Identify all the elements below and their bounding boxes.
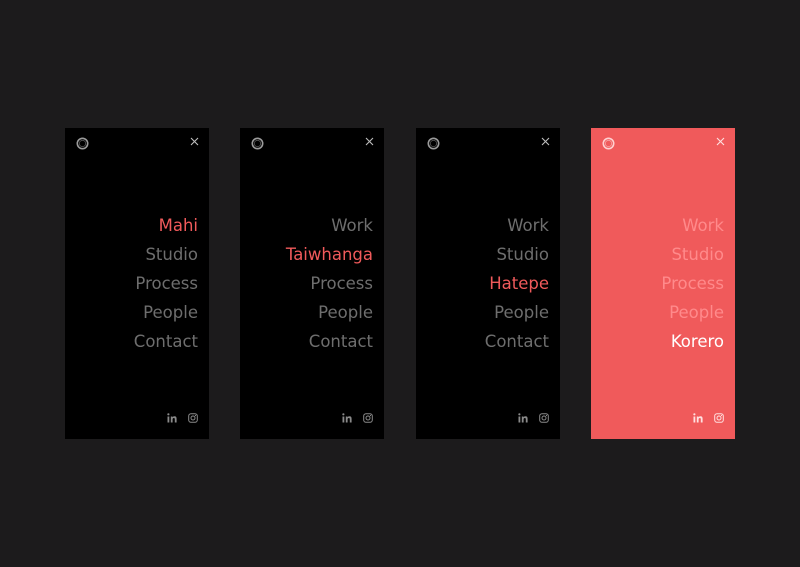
nav-item[interactable]: Process bbox=[134, 272, 198, 301]
nav-item[interactable]: Contact bbox=[485, 330, 549, 359]
close-icon[interactable] bbox=[716, 137, 725, 146]
nav-item[interactable]: People bbox=[661, 301, 724, 330]
nav-item[interactable]: Studio bbox=[485, 243, 549, 272]
nav-menu: Work Taiwhanga Process People Contact bbox=[286, 214, 373, 359]
nav-item[interactable]: Process bbox=[286, 272, 373, 301]
ring-logo-icon[interactable] bbox=[76, 137, 89, 150]
instagram-icon[interactable] bbox=[714, 413, 724, 423]
nav-item[interactable]: Work bbox=[485, 214, 549, 243]
linkedin-icon[interactable] bbox=[342, 413, 352, 423]
instagram-icon[interactable] bbox=[539, 413, 549, 423]
nav-item[interactable]: People bbox=[485, 301, 549, 330]
nav-item[interactable]: Work bbox=[661, 214, 724, 243]
nav-menu: Work Studio Hatepe People Contact bbox=[485, 214, 549, 359]
ring-logo-icon[interactable] bbox=[427, 137, 440, 150]
ring-logo-icon[interactable] bbox=[251, 137, 264, 150]
nav-overlay-panel-3: Work Studio Hatepe People Contact bbox=[416, 128, 560, 439]
nav-item[interactable]: Studio bbox=[661, 243, 724, 272]
nav-item[interactable]: Taiwhanga bbox=[286, 243, 373, 272]
ring-logo-icon[interactable] bbox=[602, 137, 615, 150]
close-icon[interactable] bbox=[365, 137, 374, 146]
social-links bbox=[342, 413, 373, 423]
linkedin-icon[interactable] bbox=[518, 413, 528, 423]
nav-overlay-panel-1: Mahi Studio Process People Contact bbox=[65, 128, 209, 439]
nav-overlay-panel-4: Work Studio Process People Korero bbox=[591, 128, 735, 439]
nav-item[interactable]: People bbox=[286, 301, 373, 330]
nav-item[interactable]: Hatepe bbox=[485, 272, 549, 301]
instagram-icon[interactable] bbox=[363, 413, 373, 423]
nav-item[interactable]: Mahi bbox=[134, 214, 198, 243]
nav-item[interactable]: Studio bbox=[134, 243, 198, 272]
nav-overlay-panel-2: Work Taiwhanga Process People Contact bbox=[240, 128, 384, 439]
nav-item[interactable]: Contact bbox=[286, 330, 373, 359]
linkedin-icon[interactable] bbox=[693, 413, 703, 423]
social-links bbox=[167, 413, 198, 423]
nav-menu: Work Studio Process People Korero bbox=[661, 214, 724, 359]
nav-item[interactable]: People bbox=[134, 301, 198, 330]
instagram-icon[interactable] bbox=[188, 413, 198, 423]
nav-item[interactable]: Korero bbox=[661, 330, 724, 359]
close-icon[interactable] bbox=[541, 137, 550, 146]
nav-item[interactable]: Work bbox=[286, 214, 373, 243]
social-links bbox=[518, 413, 549, 423]
nav-menu: Mahi Studio Process People Contact bbox=[134, 214, 198, 359]
social-links bbox=[693, 413, 724, 423]
close-icon[interactable] bbox=[190, 137, 199, 146]
nav-item[interactable]: Contact bbox=[134, 330, 198, 359]
screen: Mahi Studio Process People Contact Work … bbox=[0, 0, 800, 567]
linkedin-icon[interactable] bbox=[167, 413, 177, 423]
nav-item[interactable]: Process bbox=[661, 272, 724, 301]
